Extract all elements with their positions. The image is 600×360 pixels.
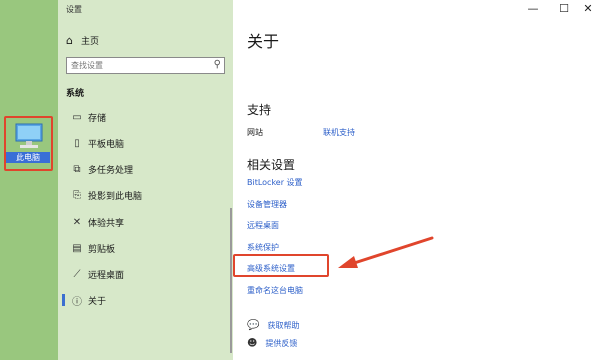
sidebar-item-tablet[interactable]: ▯ 平板电脑: [58, 133, 233, 153]
search-box[interactable]: ⚲: [66, 57, 225, 74]
sidebar-item-label: 投影到此电脑: [88, 191, 143, 202]
sidebar-item-label: 体验共享: [88, 218, 125, 229]
red-arrow: [338, 236, 434, 268]
online-support-link[interactable]: 联机支持: [323, 127, 355, 138]
sidebar-item-label: 平板电脑: [88, 139, 125, 150]
sidebar-item-label: 剪贴板: [88, 244, 116, 255]
sidebar-scrollbar[interactable]: [230, 208, 232, 353]
feedback-link[interactable]: 提供反馈: [265, 338, 297, 349]
projecting-icon: ⎘: [73, 189, 81, 201]
sidebar-item-multitasking[interactable]: ⧉ 多任务处理: [58, 159, 233, 179]
remote-desktop-link[interactable]: 远程桌面: [247, 220, 279, 231]
sidebar-item-label: 远程桌面: [88, 270, 125, 281]
website-label: 网站: [247, 128, 263, 137]
remote-desktop-icon: ⟋: [73, 268, 81, 280]
sidebar-item-label: 关于: [88, 296, 107, 307]
search-icon[interactable]: ⚲: [214, 59, 221, 70]
sidebar-item-shared-experience[interactable]: ✕ 体验共享: [58, 212, 233, 232]
page-title: 关于: [247, 32, 280, 51]
window-title: 设置: [66, 5, 82, 14]
close-button[interactable]: ✕: [578, 1, 598, 17]
desktop-icon-highlight: [4, 116, 53, 171]
desktop-background: [0, 0, 58, 360]
sidebar-item-clipboard[interactable]: ▤ 剪贴板: [58, 238, 233, 258]
sidebar-item-label: 多任务处理: [88, 165, 134, 176]
tablet-icon: ▯: [74, 137, 80, 149]
storage-icon: ▭: [72, 111, 82, 123]
advanced-settings-highlight: [233, 254, 329, 277]
get-help-link[interactable]: 获取帮助: [267, 320, 299, 331]
sidebar-item-about[interactable]: ⓘ 关于: [58, 290, 233, 310]
sidebar-item-storage[interactable]: ▭ 存储: [58, 107, 233, 127]
info-icon: ⓘ: [72, 296, 82, 308]
clipboard-icon: ▤: [72, 242, 82, 254]
feedback-row[interactable]: ☻ 提供反馈: [247, 338, 297, 349]
system-protection-link[interactable]: 系统保护: [247, 242, 279, 253]
sidebar-item-label: 存储: [88, 113, 107, 124]
shared-experience-icon: ✕: [72, 216, 82, 228]
get-help-row[interactable]: 💬 获取帮助: [247, 320, 299, 331]
support-heading: 支持: [247, 103, 272, 117]
selected-indicator: [62, 294, 65, 306]
device-manager-link[interactable]: 设备管理器: [247, 199, 287, 210]
help-icon: 💬: [247, 320, 260, 331]
rename-pc-link[interactable]: 重命名这台电脑: [247, 285, 303, 296]
feedback-icon: ☻: [247, 338, 258, 349]
home-icon: ⌂: [66, 33, 73, 47]
sidebar-home-label: 主页: [80, 36, 99, 47]
sidebar-home[interactable]: ⌂ 主页: [66, 32, 99, 48]
sidebar-section-title: 系统: [66, 89, 85, 99]
minimize-button[interactable]: —: [523, 1, 543, 17]
bitlocker-settings-link[interactable]: BitLocker 设置: [247, 177, 303, 188]
search-input[interactable]: [67, 58, 206, 73]
maximize-button[interactable]: ☐: [554, 1, 574, 17]
sidebar-item-remote-desktop[interactable]: ⟋ 远程桌面: [58, 264, 233, 284]
related-settings-heading: 相关设置: [247, 158, 296, 172]
multitasking-icon: ⧉: [73, 163, 81, 175]
sidebar-item-projecting[interactable]: ⎘ 投影到此电脑: [58, 185, 233, 205]
